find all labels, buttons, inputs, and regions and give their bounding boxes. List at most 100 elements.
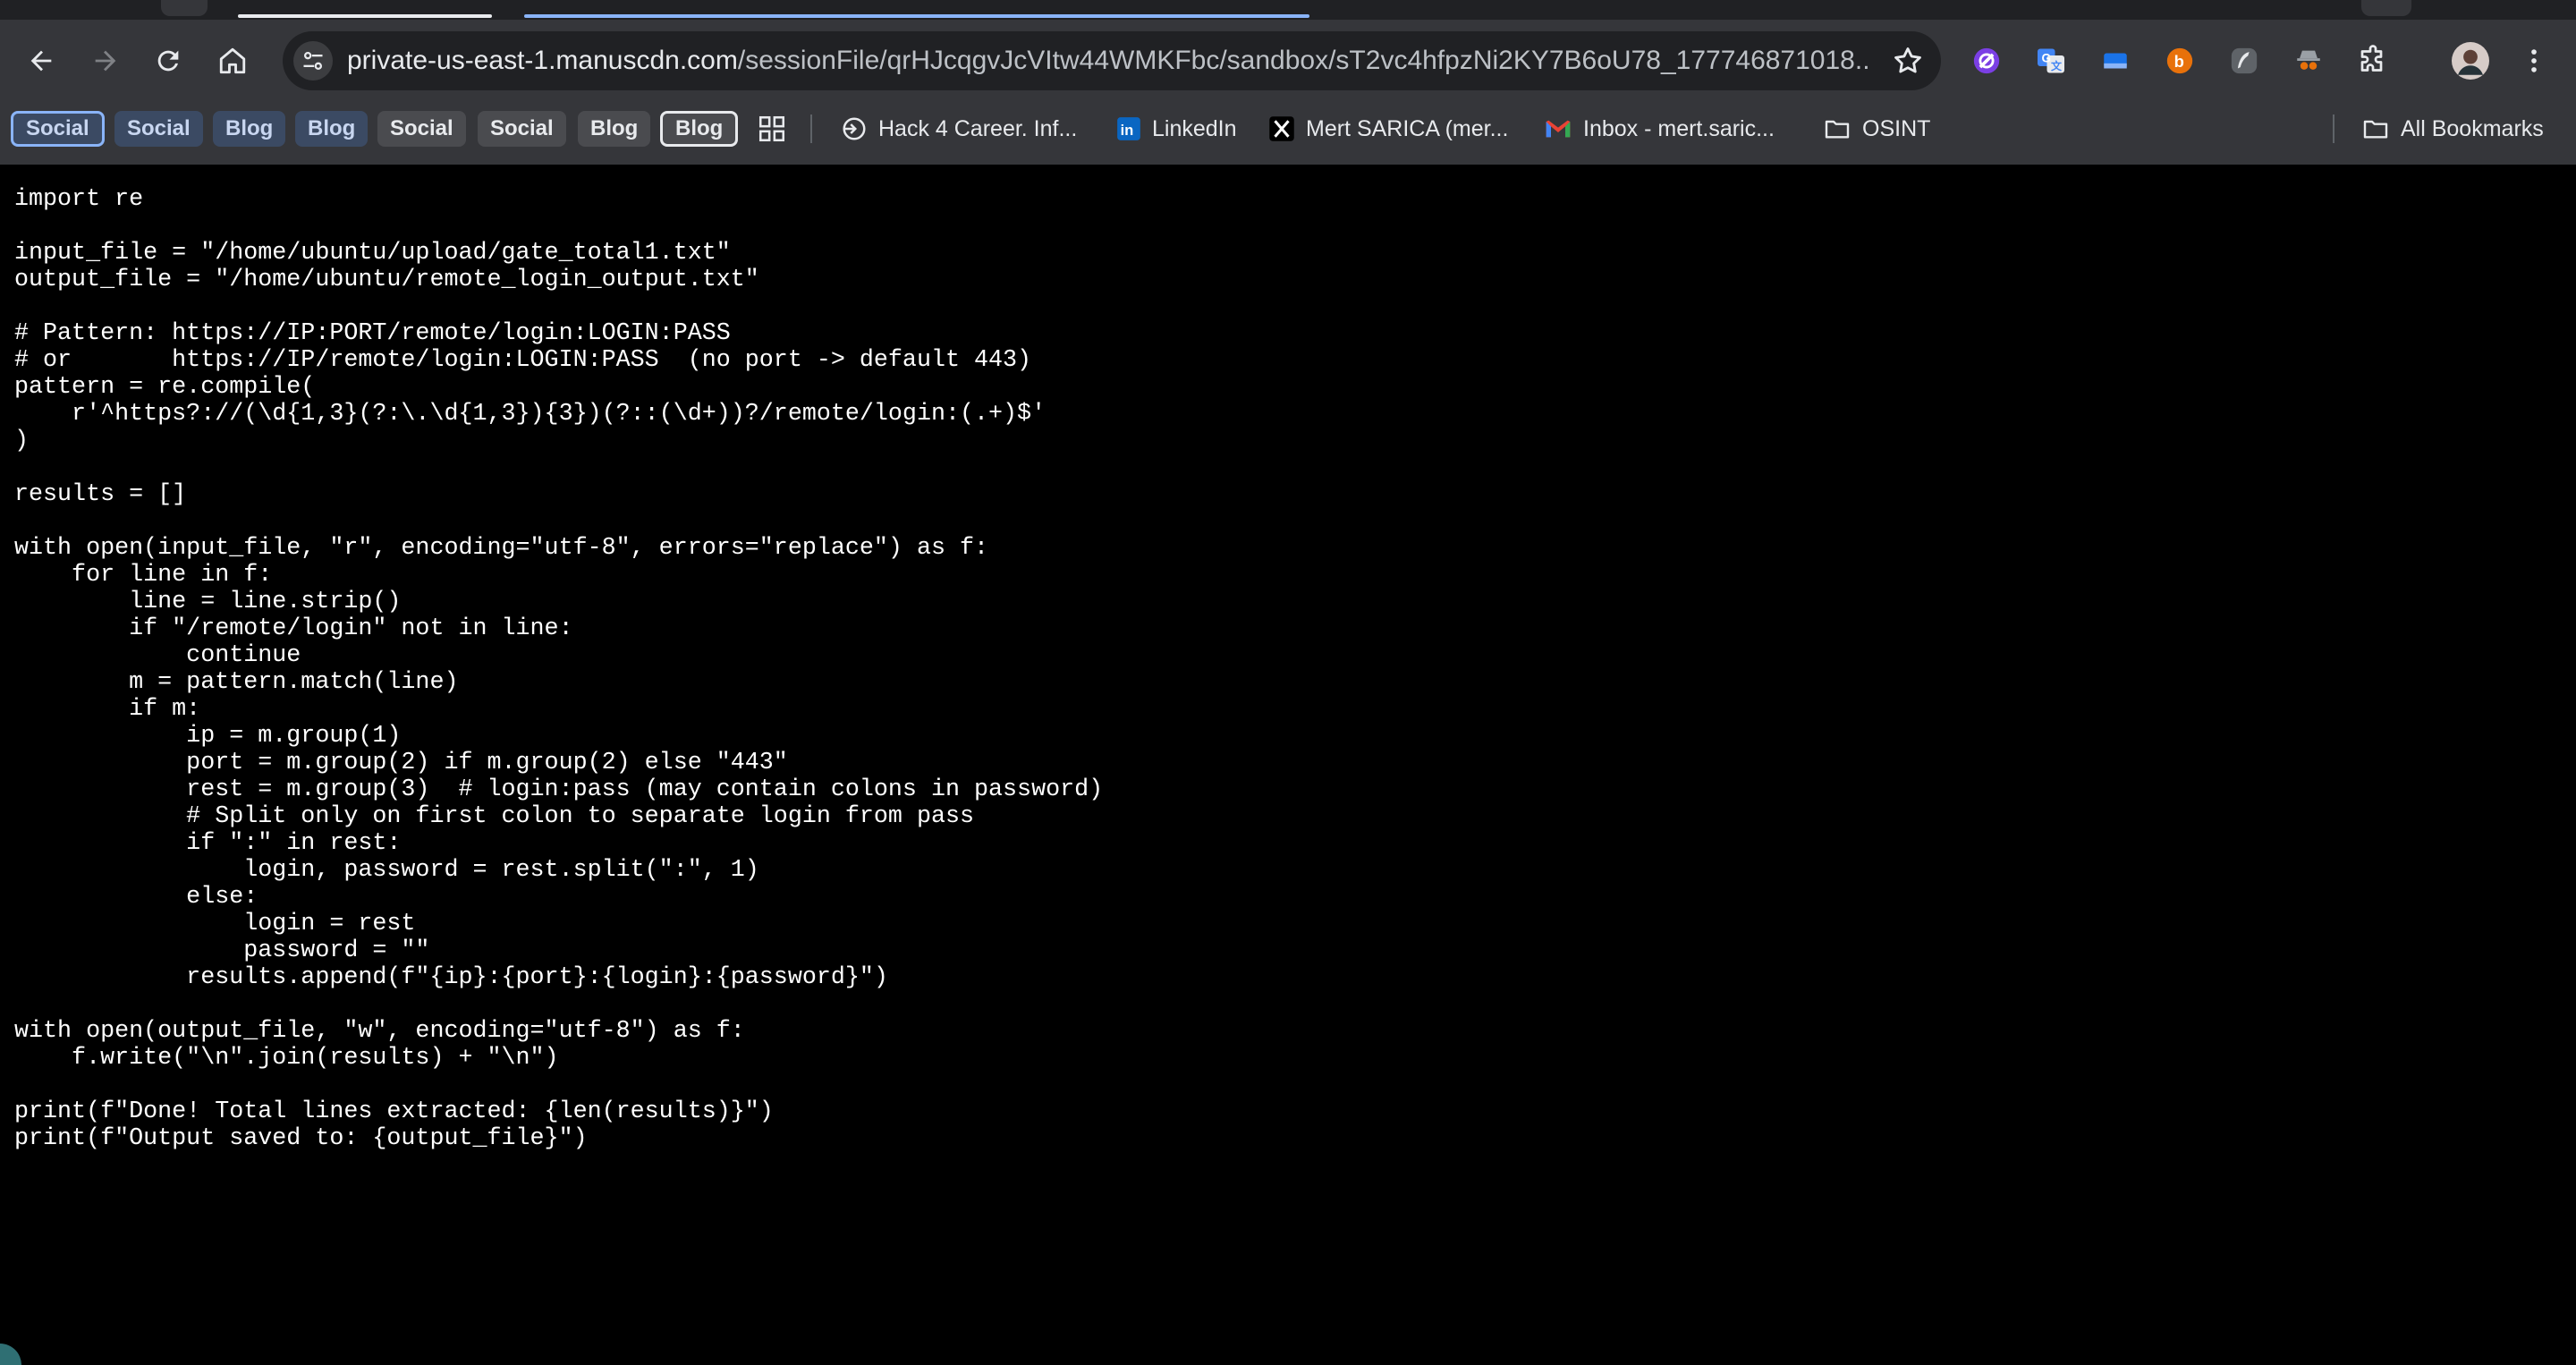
tab-group-chip[interactable]: Social bbox=[114, 111, 203, 147]
code-line: # or https://IP/remote/login:LOGIN:PASS … bbox=[14, 347, 1032, 374]
code-line: pattern = re.compile( bbox=[14, 374, 316, 401]
code-line: continue bbox=[14, 642, 301, 669]
tab-group-chip[interactable]: Blog bbox=[295, 111, 369, 147]
bookmark-label: LinkedIn bbox=[1152, 116, 1237, 141]
code-line: rest = m.group(3) # login:pass (may cont… bbox=[14, 776, 1104, 803]
tab-group-chip[interactable]: Social bbox=[478, 111, 566, 147]
code-line: f.write("\n".join(results) + "\n") bbox=[14, 1045, 559, 1072]
reload-icon bbox=[157, 50, 179, 72]
bookmark-hack4career[interactable]: Hack 4 Career. Inf... bbox=[841, 111, 1077, 147]
code-line: results = [] bbox=[14, 481, 187, 508]
code-line: r'^https?://(\d{1,3}(?:\.\d{1,3}){3})(?:… bbox=[14, 401, 1046, 428]
url-host: private-us-east-1.manuscdn.com bbox=[347, 46, 738, 75]
gmail-icon bbox=[1546, 120, 1571, 138]
extension-spy-icon[interactable] bbox=[2292, 44, 2326, 78]
tab-group-chip[interactable]: Social bbox=[11, 111, 105, 147]
code-line: print(f"Output saved to: {output_file}") bbox=[14, 1125, 588, 1152]
bookmark-linkedin[interactable]: in LinkedIn bbox=[1116, 111, 1237, 147]
code-line: login = rest bbox=[14, 911, 416, 937]
all-bookmarks-button[interactable]: All Bookmarks bbox=[2361, 111, 2544, 147]
code-line: password = "" bbox=[14, 937, 430, 964]
svg-text:G: G bbox=[2042, 52, 2052, 65]
code-line: if "/remote/login" not in line: bbox=[14, 615, 573, 642]
linkedin-icon: in bbox=[1117, 117, 1140, 140]
tune-icon bbox=[303, 51, 323, 71]
svg-text:文: 文 bbox=[2051, 59, 2063, 72]
arrow-right-icon bbox=[95, 50, 116, 72]
home-button[interactable] bbox=[213, 41, 252, 81]
code-line: if m: bbox=[14, 696, 201, 723]
star-icon[interactable] bbox=[1891, 44, 1925, 78]
url-text[interactable]: private-us-east-1.manuscdn.com/sessionFi… bbox=[347, 31, 1868, 90]
puzzle-icon bbox=[2360, 45, 2383, 72]
tab-group-chip[interactable]: Blog bbox=[578, 111, 651, 147]
bookmark-x-profile[interactable]: Mert SARICA (mer... bbox=[1268, 111, 1508, 147]
code-line: # Pattern: https://IP:PORT/remote/login:… bbox=[14, 320, 731, 347]
forward-button[interactable] bbox=[86, 41, 125, 81]
home-icon bbox=[219, 47, 246, 74]
bookmark-label: Inbox - mert.saric... bbox=[1583, 116, 1775, 141]
site-info-button[interactable] bbox=[293, 41, 333, 81]
avatar bbox=[2452, 42, 2489, 80]
bookmark-folder-osint[interactable]: OSINT bbox=[1823, 111, 1930, 147]
reload-button[interactable] bbox=[148, 41, 188, 81]
tab-group-chip[interactable]: Social bbox=[377, 111, 466, 147]
tab[interactable] bbox=[2361, 0, 2411, 16]
folder-icon bbox=[1825, 120, 1850, 139]
bookmarks-separator bbox=[2333, 114, 2334, 143]
bookmark-label: Hack 4 Career. Inf... bbox=[878, 116, 1078, 141]
apps-grid-icon bbox=[758, 115, 785, 142]
extension-ublock-icon[interactable] bbox=[1970, 44, 2004, 78]
code-line: login, password = rest.split(":", 1) bbox=[14, 857, 759, 884]
code-line: m = pattern.match(line) bbox=[14, 669, 459, 696]
menu-button[interactable] bbox=[2517, 44, 2551, 78]
code-line: for line in f: bbox=[14, 562, 273, 589]
code-line: with open(input_file, "r", encoding="utf… bbox=[14, 535, 989, 562]
extension-translate-icon[interactable]: G文 bbox=[2034, 44, 2068, 78]
back-button[interactable] bbox=[21, 41, 61, 81]
active-tab-indicator bbox=[238, 14, 492, 18]
tab-loading-indicator bbox=[524, 14, 1309, 18]
bookmark-label: OSINT bbox=[1862, 116, 1931, 141]
url-path: /sessionFile/qrHJcqgvJcVItw44WMKFbc/sand… bbox=[737, 46, 1868, 75]
extension-feather-icon[interactable] bbox=[2227, 44, 2261, 78]
apps-button[interactable] bbox=[757, 111, 787, 147]
code-line: print(f"Done! Total lines extracted: {le… bbox=[14, 1098, 774, 1125]
tab[interactable] bbox=[161, 0, 208, 16]
code-line: with open(output_file, "w", encoding="ut… bbox=[14, 1018, 745, 1045]
profile-avatar[interactable] bbox=[2451, 41, 2490, 81]
code-line: output_file = "/home/ubuntu/remote_login… bbox=[14, 267, 759, 293]
svg-text:b: b bbox=[2174, 52, 2184, 71]
extension-window-icon[interactable] bbox=[2098, 44, 2132, 78]
code-line: port = m.group(2) if m.group(2) else "44… bbox=[14, 750, 788, 776]
code-line: results.append(f"{ip}:{port}:{login}:{pa… bbox=[14, 964, 888, 991]
extension-b-icon[interactable]: b bbox=[2163, 44, 2197, 78]
code-line: input_file = "/home/ubuntu/upload/gate_t… bbox=[14, 240, 731, 267]
browser-toolbar: private-us-east-1.manuscdn.com/sessionFi… bbox=[0, 20, 2576, 100]
bookmark-gmail[interactable]: Inbox - mert.saric... bbox=[1544, 111, 1775, 147]
tab-strip bbox=[0, 0, 2576, 20]
code-line: if ":" in rest: bbox=[14, 830, 402, 857]
tab-group-chip[interactable]: Blog bbox=[660, 111, 739, 147]
bookmark-label: Mert SARICA (mer... bbox=[1306, 116, 1509, 141]
page-content: import re input_file = "/home/ubuntu/uplo… bbox=[0, 165, 2576, 1365]
bookmarks-separator bbox=[810, 114, 812, 143]
svg-text:in: in bbox=[1121, 123, 1134, 139]
x-icon bbox=[1269, 116, 1294, 141]
address-bar[interactable]: private-us-east-1.manuscdn.com/sessionFi… bbox=[283, 31, 1941, 90]
code-text: import re input_file = "/home/ubuntu/uplo… bbox=[14, 186, 2576, 1152]
all-bookmarks-label: All Bookmarks bbox=[2401, 116, 2544, 141]
tab-group-chip[interactable]: Blog bbox=[213, 111, 286, 147]
code-line: else: bbox=[14, 884, 258, 911]
kebab-icon bbox=[2531, 49, 2537, 72]
code-line: line = line.strip() bbox=[14, 589, 402, 615]
code-line: # Split only on first colon to separate … bbox=[14, 803, 975, 830]
bookmarks-bar: Social Social Blog Blog Social Social Bl… bbox=[0, 100, 2576, 165]
extensions-button[interactable] bbox=[2356, 44, 2390, 78]
